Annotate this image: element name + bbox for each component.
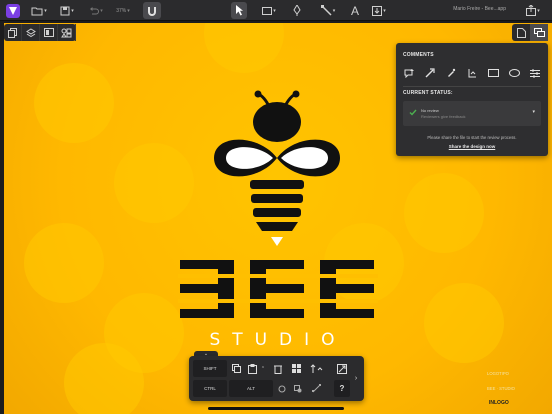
order-icon[interactable]	[307, 360, 327, 377]
ellipse-annotation-icon[interactable]	[507, 66, 521, 80]
undo-icon[interactable]: ▾	[88, 2, 104, 19]
magnet-snap-icon[interactable]	[143, 2, 161, 19]
top-toolbar: ▾ ▾ ▾ 37% ▾ ▾ ▾ A ▾ Mario Freire - Bee...…	[0, 0, 552, 21]
current-status-title: CURRENT STATUS:	[403, 90, 453, 96]
save-icon[interactable]: ▾	[58, 2, 76, 19]
text-tool-icon[interactable]: A	[347, 2, 363, 19]
image-insert-icon[interactable]: ▾	[369, 2, 389, 19]
settings-sliders-icon[interactable]	[528, 66, 542, 80]
left-panel-toolbar	[4, 24, 76, 41]
home-indicator	[208, 407, 344, 410]
paste-options-icon[interactable]: ⌃	[259, 360, 267, 377]
copy-icon[interactable]	[229, 360, 243, 377]
background-circle	[424, 283, 504, 363]
body-stripe	[251, 194, 303, 203]
assets-icon[interactable]	[40, 24, 58, 41]
next-arrow-icon[interactable]: ›	[351, 370, 361, 387]
bottom-label: BEE · STUDIO	[487, 386, 515, 391]
divider	[403, 86, 541, 87]
body-stripe	[250, 180, 304, 189]
rectangle-annotation-icon[interactable]	[486, 66, 500, 80]
share-design-link[interactable]: Share the design now	[396, 144, 548, 149]
background-circle	[404, 173, 484, 253]
status-label: No review	[421, 108, 439, 113]
antenna-tip-right	[292, 90, 300, 98]
body-stripe	[256, 222, 298, 231]
help-button[interactable]: ?	[334, 380, 350, 397]
add-comment-icon[interactable]	[402, 66, 416, 80]
layers-icon[interactable]	[22, 24, 40, 41]
zoom-level[interactable]: 37% ▾	[114, 2, 132, 19]
check-icon	[409, 109, 417, 116]
studio-wordmark: STUDIO	[209, 330, 347, 350]
dropdown-arrow-icon: ▾	[532, 109, 535, 115]
right-panel-toolbar	[512, 24, 548, 41]
status-sub: Reviewers give feedback	[421, 114, 466, 119]
comments-title: COMMENTS	[403, 52, 434, 58]
bee-studio-logo[interactable]	[178, 88, 378, 354]
stinger	[271, 237, 283, 246]
pin-annotation-icon[interactable]	[465, 66, 479, 80]
comments-panel: COMMENTS CURRENT STATUS: No review Revie…	[396, 43, 548, 156]
components-icon[interactable]	[58, 24, 76, 41]
alt-key-button[interactable]: ALT	[229, 380, 273, 397]
bee-wordmark	[180, 260, 374, 318]
antenna-tip-left	[254, 90, 262, 98]
arrow-annotation-icon[interactable]	[423, 66, 437, 80]
pencil-annotation-icon[interactable]	[444, 66, 458, 80]
status-dropdown[interactable]: No review Reviewers give feedback ▾	[403, 101, 541, 126]
paste-icon[interactable]	[245, 360, 259, 377]
keyboard-modifier-panel: SHIFT CTRL ALT ⌃ ? ›	[189, 356, 364, 401]
zoom-value: 37%	[116, 7, 127, 14]
boolean-icon[interactable]	[291, 380, 305, 397]
background-circle	[34, 63, 114, 143]
rectangle-tool-icon[interactable]: ▾	[259, 2, 279, 19]
pages-icon[interactable]	[4, 24, 22, 41]
arrange-icon[interactable]	[289, 360, 303, 377]
bottom-label: INLOGO	[489, 400, 509, 406]
pen-tool-icon[interactable]	[290, 2, 304, 19]
ctrl-key-button[interactable]: CTRL	[193, 380, 227, 397]
bottom-label: LOGOTIPO	[487, 371, 509, 376]
distribute-icon[interactable]	[309, 380, 323, 397]
delete-icon[interactable]	[271, 360, 285, 377]
shift-key-button[interactable]: SHIFT	[193, 360, 227, 377]
export-icon[interactable]: ▾	[524, 2, 542, 19]
comment-tools	[402, 66, 542, 80]
body-stripe	[253, 208, 301, 217]
background-circle	[204, 23, 284, 73]
review-info-text: Please share the file to start the revie…	[427, 135, 517, 140]
node-tool-icon[interactable]: ▾	[318, 2, 338, 19]
pointer-tool-icon[interactable]	[231, 2, 247, 19]
folder-open-icon[interactable]: ▾	[30, 2, 48, 19]
group-icon[interactable]	[275, 380, 289, 397]
background-circle	[64, 343, 144, 414]
bee-head	[253, 102, 301, 142]
app-logo-icon[interactable]	[4, 2, 21, 19]
document-icon[interactable]	[512, 24, 530, 41]
background-circle	[24, 223, 104, 303]
fit-to-screen-icon[interactable]	[335, 360, 349, 377]
document-title: Mario Freire - Bee...app	[453, 6, 506, 12]
comments-icon[interactable]	[530, 24, 548, 41]
